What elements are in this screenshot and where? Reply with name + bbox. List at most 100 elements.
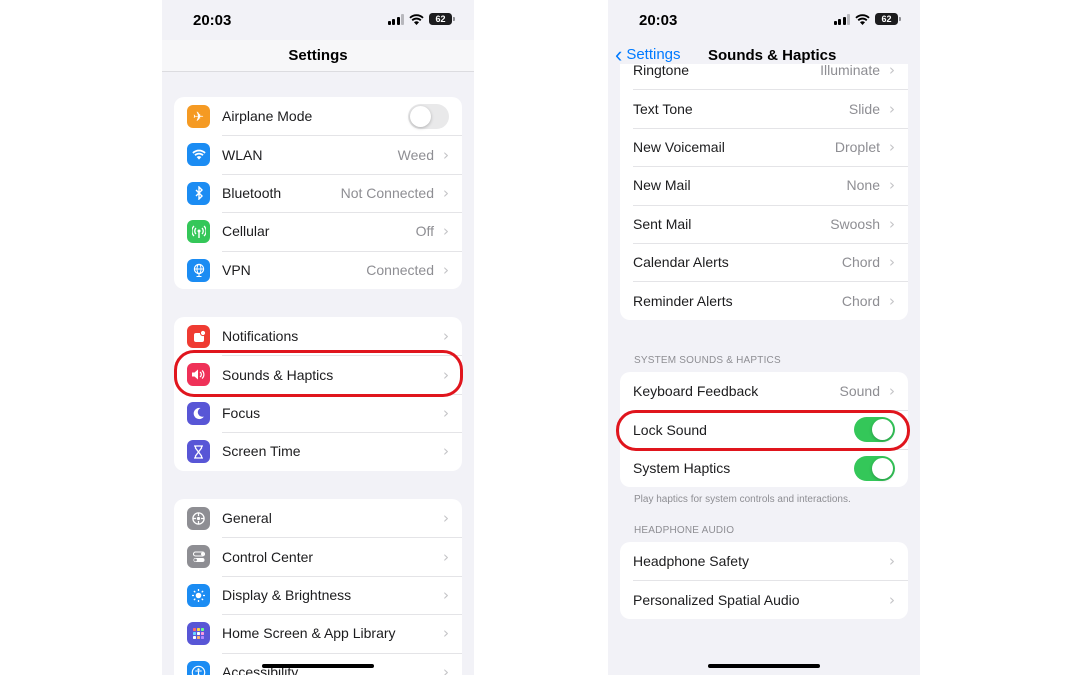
status-time: 20:03 (193, 12, 232, 29)
reminder-alerts-row[interactable]: Reminder Alerts Chord › (620, 281, 908, 319)
alert-tones-group: Ringtone Illuminate › Text Tone Slide › … (620, 51, 908, 320)
row-value: Droplet (834, 138, 880, 155)
focus-row[interactable]: Focus › (174, 393, 462, 432)
chevron-right-icon: › (443, 260, 449, 279)
row-value: Chord (841, 292, 880, 309)
row-value: Slide (848, 100, 880, 117)
grid-icon (187, 622, 210, 646)
row-label: Cellular (222, 223, 270, 240)
row-value: Not Connected (340, 184, 434, 201)
haptics-footer-note: Play haptics for system controls and int… (634, 494, 851, 505)
bluetooth-icon (187, 181, 210, 205)
row-value: Illuminate (820, 62, 880, 79)
highlight-sounds-haptics (174, 350, 463, 397)
sun-icon (187, 583, 210, 607)
bluetooth-row[interactable]: Bluetooth Not Connected › (174, 173, 462, 212)
nav-bar: Settings (162, 40, 474, 72)
settings-screen: 20:03 62 Settings ✈ Airplane Mode WLAN W… (162, 0, 474, 675)
chevron-right-icon: › (443, 509, 449, 528)
row-label: New Mail (633, 177, 691, 194)
status-time: 20:03 (639, 12, 678, 29)
cellular-signal-icon (387, 13, 404, 25)
chevron-right-icon: › (443, 662, 449, 675)
chevron-right-icon: › (889, 382, 895, 401)
wlan-row[interactable]: WLAN Weed › (174, 135, 462, 173)
chevron-right-icon: › (889, 176, 895, 195)
control-center-row[interactable]: Control Center › (174, 537, 462, 575)
row-label: Calendar Alerts (633, 254, 729, 271)
system-haptics-toggle[interactable] (854, 455, 895, 481)
row-label: Headphone Safety (633, 553, 749, 570)
headphone-audio-group: Headphone Safety › Personalized Spatial … (620, 542, 908, 619)
new-mail-row[interactable]: New Mail None › (620, 166, 908, 204)
calendar-alerts-row[interactable]: Calendar Alerts Chord › (620, 242, 908, 281)
system-haptics-row: System Haptics (620, 448, 908, 487)
headphone-safety-row[interactable]: Headphone Safety › (620, 542, 908, 580)
row-label: Ringtone (633, 62, 690, 79)
chevron-right-icon: › (443, 442, 449, 461)
row-value: Off (415, 223, 434, 240)
cellular-row[interactable]: Cellular Off › (174, 212, 462, 250)
battery-icon: 62 (429, 13, 455, 25)
cellular-signal-icon (833, 13, 850, 25)
chevron-right-icon: › (889, 137, 895, 156)
wifi-icon (187, 143, 210, 167)
gear-icon (187, 507, 210, 530)
row-value: Connected (366, 261, 434, 278)
chevron-right-icon: › (443, 547, 449, 566)
antenna-icon (187, 220, 210, 244)
row-label: VPN (222, 261, 251, 278)
display-brightness-row[interactable]: Display & Brightness › (174, 575, 462, 614)
row-label: Keyboard Feedback (633, 383, 759, 400)
moon-icon (187, 401, 210, 425)
home-screen-row[interactable]: Home Screen & App Library › (174, 614, 462, 652)
spatial-audio-row[interactable]: Personalized Spatial Audio › (620, 580, 908, 618)
chevron-left-icon: ‹ (615, 41, 623, 67)
chevron-right-icon: › (889, 214, 895, 233)
row-label: System Haptics (633, 459, 731, 476)
keyboard-feedback-row[interactable]: Keyboard Feedback Sound › (620, 372, 908, 410)
row-label: WLAN (222, 146, 263, 163)
highlight-lock-sound (616, 410, 910, 451)
wifi-status-icon (409, 13, 424, 25)
general-row[interactable]: General › (174, 499, 462, 537)
row-label: Personalized Spatial Audio (633, 591, 800, 608)
system-sounds-header: SYSTEM SOUNDS & HAPTICS (634, 355, 781, 366)
airplane-mode-toggle[interactable] (408, 104, 449, 129)
row-label: Home Screen & App Library (222, 625, 396, 642)
row-label: Reminder Alerts (633, 292, 733, 309)
battery-icon: 62 (875, 13, 901, 25)
chevron-right-icon: › (889, 99, 895, 118)
row-value: None (846, 177, 880, 194)
chevron-right-icon: › (889, 552, 895, 571)
globe-icon (187, 258, 210, 282)
accessibility-icon (187, 660, 210, 675)
status-bar: 20:03 62 (162, 0, 474, 40)
row-label: Display & Brightness (222, 586, 352, 603)
general-group: General › Control Center › Display & Bri… (174, 499, 462, 675)
new-voicemail-row[interactable]: New Voicemail Droplet › (620, 127, 908, 166)
row-value: Chord (841, 254, 880, 271)
vpn-row[interactable]: VPN Connected › (174, 250, 462, 289)
chevron-right-icon: › (889, 291, 895, 310)
row-label: General (222, 510, 272, 527)
row-label: Sent Mail (633, 215, 692, 232)
airplane-mode-row[interactable]: ✈ Airplane Mode (174, 97, 462, 135)
nav-bar: ‹ Settings Sounds & Haptics (608, 40, 920, 67)
chevron-right-icon: › (443, 327, 449, 346)
bell-icon (187, 325, 210, 348)
row-label: Control Center (222, 548, 314, 565)
row-label: Notifications (222, 328, 299, 345)
switches-icon (187, 545, 210, 569)
screen-time-row[interactable]: Screen Time › (174, 432, 462, 470)
row-value: Weed (397, 146, 434, 163)
sounds-haptics-screen: Ringtone Illuminate › Text Tone Slide › … (608, 0, 920, 675)
home-indicator (262, 664, 374, 668)
back-button[interactable]: ‹ Settings (615, 41, 681, 67)
airplane-icon: ✈ (187, 105, 210, 128)
chevron-right-icon: › (443, 222, 449, 241)
connectivity-group: ✈ Airplane Mode WLAN Weed › Bluetooth No… (174, 97, 462, 289)
row-value: Sound (839, 383, 880, 400)
sent-mail-row[interactable]: Sent Mail Swoosh › (620, 204, 908, 243)
text-tone-row[interactable]: Text Tone Slide › (620, 89, 908, 127)
